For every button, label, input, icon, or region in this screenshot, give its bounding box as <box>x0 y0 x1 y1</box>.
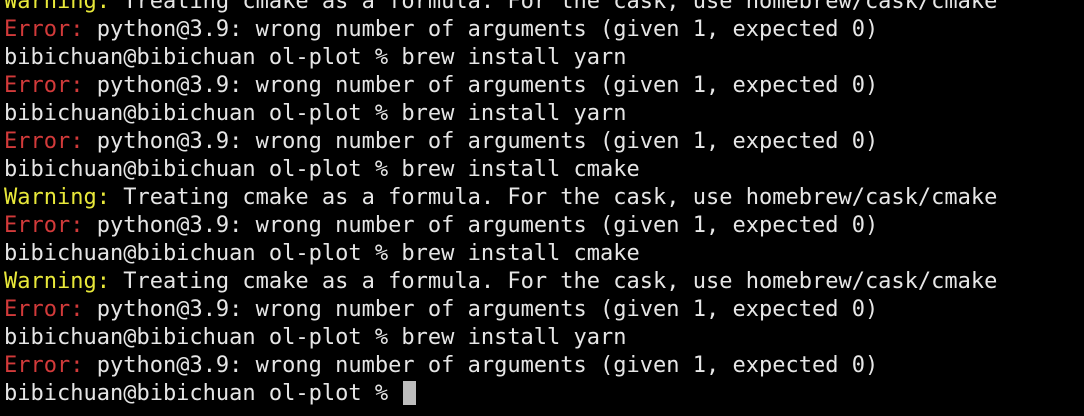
line-text: Treating cmake as a formula. For the cas… <box>109 269 998 294</box>
prompt-line: bibichuan@bibichuan ol-plot % brew insta… <box>4 240 997 268</box>
prompt-line: bibichuan@bibichuan ol-plot % brew insta… <box>4 156 997 184</box>
line-text: Treating cmake as a formula. For the cas… <box>109 0 998 14</box>
error-prefix: Error: <box>4 129 84 154</box>
line-text: python@3.9: wrong number of arguments (g… <box>83 17 879 42</box>
output-line-error: Error: python@3.9: wrong number of argum… <box>4 352 997 380</box>
output-line-error: Error: python@3.9: wrong number of argum… <box>4 296 997 324</box>
error-prefix: Error: <box>4 353 84 378</box>
line-text: python@3.9: wrong number of arguments (g… <box>83 73 879 98</box>
command-text: bibichuan@bibichuan ol-plot % brew insta… <box>4 241 640 266</box>
prompt-line: bibichuan@bibichuan ol-plot % brew insta… <box>4 44 997 72</box>
text-cursor <box>403 381 417 405</box>
command-text: bibichuan@bibichuan ol-plot % brew insta… <box>4 45 627 70</box>
warning-prefix: Warning: <box>4 0 110 14</box>
command-text: bibichuan@bibichuan ol-plot % brew insta… <box>4 101 627 126</box>
prompt-line: bibichuan@bibichuan ol-plot % brew insta… <box>4 100 997 128</box>
prompt-text: bibichuan@bibichuan ol-plot % <box>4 381 402 406</box>
output-line-error: Error: python@3.9: wrong number of argum… <box>4 212 997 240</box>
warning-prefix: Warning: <box>4 185 110 210</box>
terminal-window[interactable]: Warning: Treating cmake as a formula. Fo… <box>0 0 1084 416</box>
error-prefix: Error: <box>4 73 84 98</box>
line-text: python@3.9: wrong number of arguments (g… <box>83 129 879 154</box>
line-text: python@3.9: wrong number of arguments (g… <box>83 213 879 238</box>
output-line-error: Error: python@3.9: wrong number of argum… <box>4 72 997 100</box>
line-text: Treating cmake as a formula. For the cas… <box>109 185 998 210</box>
prompt-line: bibichuan@bibichuan ol-plot % brew insta… <box>4 324 997 352</box>
error-prefix: Error: <box>4 17 84 42</box>
terminal-output: Warning: Treating cmake as a formula. Fo… <box>4 0 997 408</box>
command-text: bibichuan@bibichuan ol-plot % brew insta… <box>4 325 627 350</box>
warning-prefix: Warning: <box>4 269 110 294</box>
output-line-error: Error: python@3.9: wrong number of argum… <box>4 128 997 156</box>
command-text: bibichuan@bibichuan ol-plot % brew insta… <box>4 157 640 182</box>
output-line-warning: Warning: Treating cmake as a formula. Fo… <box>4 268 997 296</box>
output-line-warning: Warning: Treating cmake as a formula. Fo… <box>4 0 997 16</box>
output-line-error: Error: python@3.9: wrong number of argum… <box>4 16 997 44</box>
output-line-warning: Warning: Treating cmake as a formula. Fo… <box>4 184 997 212</box>
active-prompt-line[interactable]: bibichuan@bibichuan ol-plot % <box>4 380 997 408</box>
error-prefix: Error: <box>4 297 84 322</box>
error-prefix: Error: <box>4 213 84 238</box>
line-text: python@3.9: wrong number of arguments (g… <box>83 297 879 322</box>
line-text: python@3.9: wrong number of arguments (g… <box>83 353 879 378</box>
